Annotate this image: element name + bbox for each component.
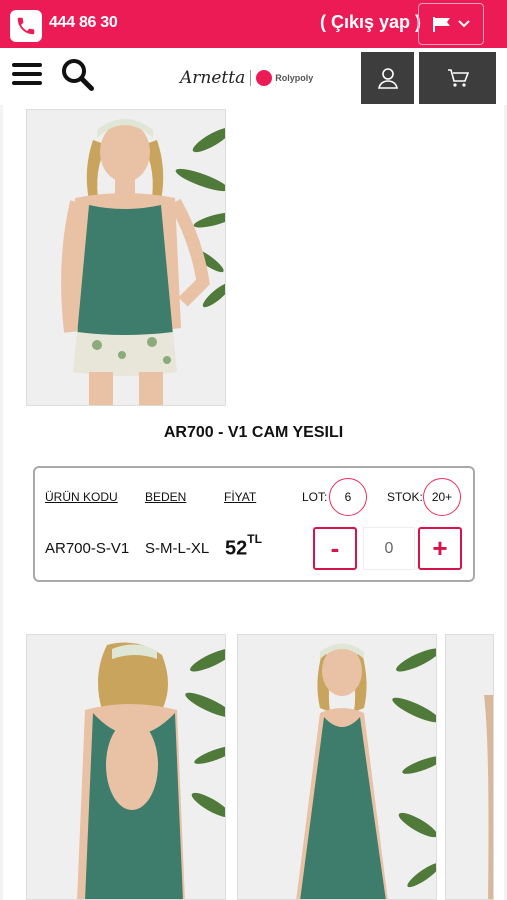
product-image-partial[interactable] — [445, 634, 494, 900]
product-image[interactable] — [26, 109, 226, 406]
brand-logo[interactable]: Arnetta Rolypoly — [180, 66, 330, 90]
logout-link[interactable]: ( Çıkış yap ) — [320, 12, 421, 33]
phone-number[interactable]: 444 86 30 — [49, 14, 118, 32]
product-image-back[interactable] — [26, 634, 226, 900]
decrease-quantity-button[interactable]: - — [313, 527, 357, 570]
product-code-header: ÜRÜN KODU — [45, 490, 118, 504]
price-header: FİYAT — [224, 490, 257, 504]
hamburger-menu-icon[interactable] — [12, 63, 42, 85]
cart-icon — [447, 69, 469, 87]
increase-quantity-button[interactable]: + — [418, 527, 462, 570]
user-icon — [377, 68, 398, 89]
price-currency: TL — [247, 532, 262, 546]
logo-divider — [250, 70, 252, 86]
quantity-input[interactable]: 0 — [363, 527, 415, 570]
brand-sub: Rolypoly — [275, 73, 314, 83]
product-price: 52TL — [225, 532, 262, 561]
price-value: 52 — [225, 537, 248, 560]
flag-icon — [433, 17, 450, 32]
lot-badge: 6 — [329, 478, 367, 516]
brand-name: Arnetta — [180, 68, 246, 88]
stock-label: STOK: — [387, 490, 423, 504]
brand-badge-icon — [256, 70, 273, 86]
product-code: AR700-S-V1 — [45, 540, 130, 557]
stock-badge: 20+ — [423, 478, 461, 516]
language-selector[interactable] — [418, 3, 484, 45]
chevron-down-icon — [458, 20, 470, 28]
page-edge-left — [0, 105, 3, 900]
phone-icon[interactable] — [10, 10, 42, 42]
search-icon[interactable] — [60, 57, 96, 98]
product-image-dress[interactable] — [237, 634, 437, 900]
lot-label: LOT: — [302, 490, 328, 504]
product-sizes: S-M-L-XL — [145, 540, 210, 557]
user-account-button[interactable] — [361, 52, 414, 104]
product-title[interactable]: AR700 - V1 CAM YESILI — [0, 424, 507, 442]
cart-button[interactable] — [419, 52, 496, 104]
size-header: BEDEN — [145, 490, 187, 504]
